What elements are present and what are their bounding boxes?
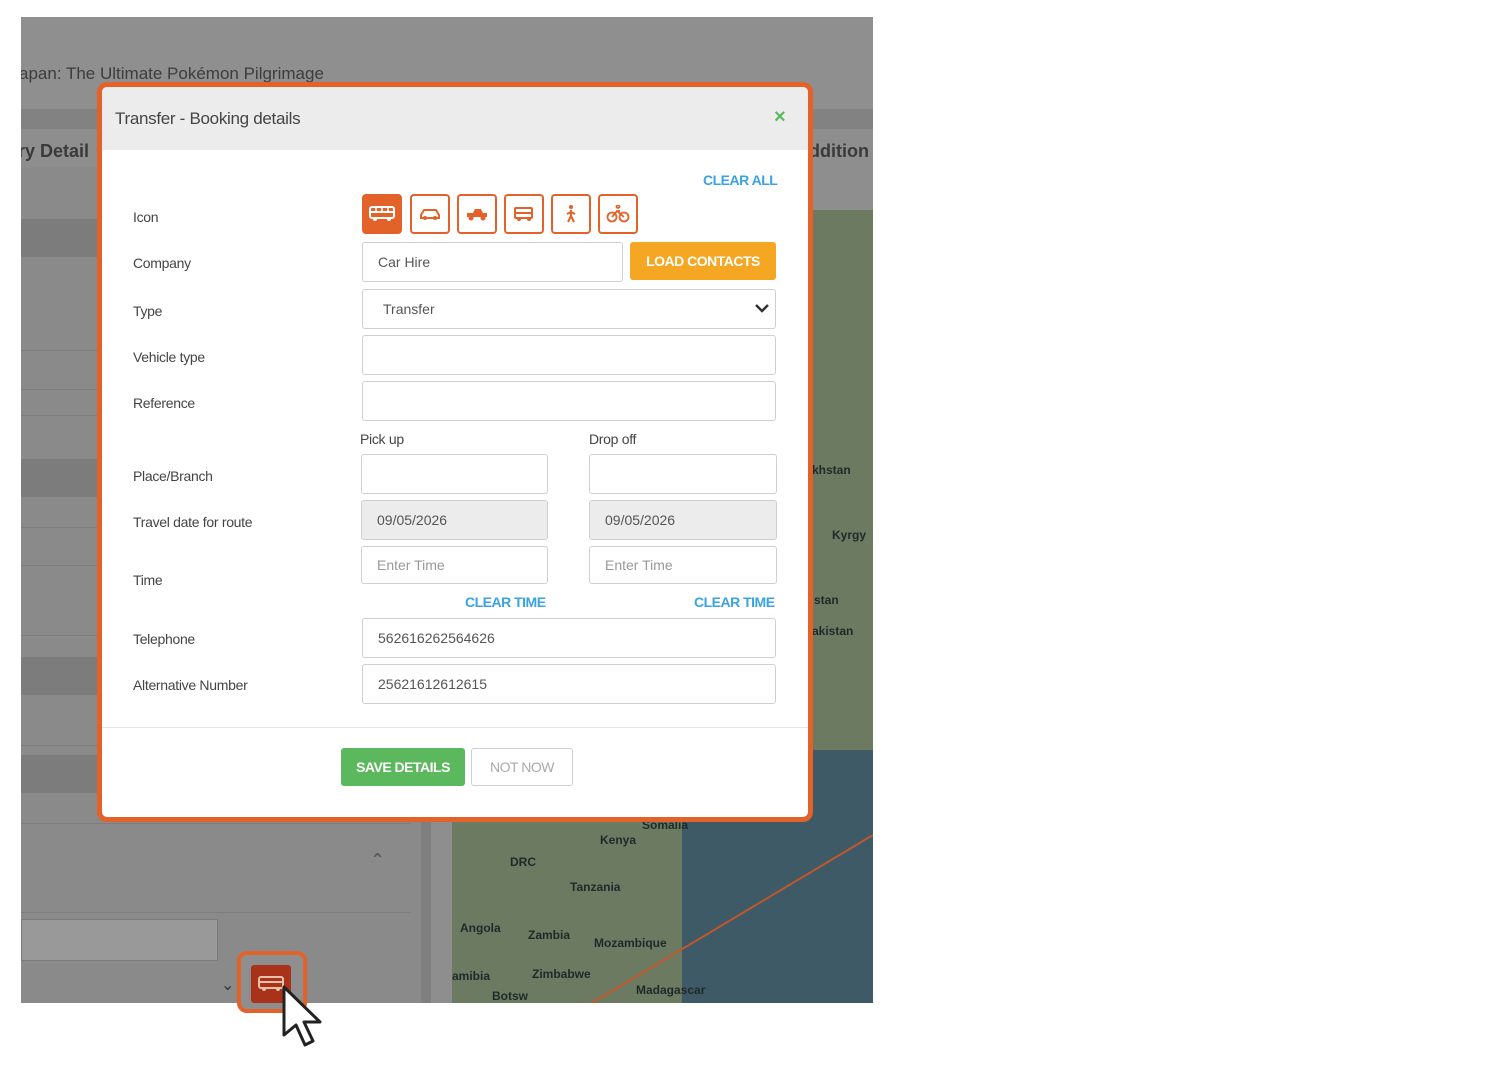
- load-contacts-button[interactable]: LOAD CONTACTS: [630, 242, 776, 280]
- close-icon[interactable]: ×: [774, 106, 786, 129]
- modal-title: Transfer - Booking details: [115, 109, 301, 128]
- mouse-pointer-icon: [282, 985, 322, 1047]
- car-icon[interactable]: [410, 194, 450, 234]
- right-section-heading: ddition: [809, 141, 869, 161]
- alt-number-input[interactable]: [362, 664, 776, 704]
- pickup-time-input[interactable]: [361, 546, 548, 584]
- not-now-button[interactable]: NOT NOW: [471, 748, 573, 786]
- panel-row: [21, 657, 101, 695]
- dropoff-date-input[interactable]: [589, 500, 777, 540]
- map-label: Mozambique: [594, 936, 667, 950]
- type-select-value: Transfer: [362, 289, 776, 329]
- map-label: Madagascar: [636, 983, 706, 997]
- map-label: DRC: [510, 855, 536, 869]
- company-label: Company: [133, 255, 191, 271]
- pick-up-heading: Pick up: [360, 431, 404, 447]
- map-label: Tanzania: [570, 880, 621, 894]
- type-select[interactable]: Transfer: [362, 289, 776, 329]
- left-section-heading: ry Detail: [21, 141, 90, 161]
- jeep-icon[interactable]: [457, 194, 497, 234]
- chevron-down-icon: [755, 304, 769, 313]
- chevron-up-icon[interactable]: ⌃: [370, 850, 385, 871]
- travel-date-label: Travel date for route: [133, 514, 253, 530]
- map-label: akistan: [812, 624, 854, 638]
- place-branch-label: Place/Branch: [133, 468, 213, 484]
- pickup-place-input[interactable]: [361, 454, 548, 494]
- save-details-button[interactable]: SAVE DETAILS: [341, 748, 465, 786]
- trip-title: apan: The Ultimate Pokémon Pilgrimage: [21, 64, 324, 83]
- panel-row: [21, 755, 101, 793]
- modal-header: Transfer - Booking details ×: [102, 87, 808, 150]
- clear-time-pickup-link[interactable]: CLEAR TIME: [465, 594, 546, 610]
- panel-row: [21, 219, 101, 257]
- dropoff-time-input[interactable]: [589, 546, 777, 584]
- bus-icon[interactable]: [362, 194, 402, 234]
- van-icon[interactable]: [504, 194, 544, 234]
- footer-divider: [102, 727, 808, 728]
- telephone-input[interactable]: [362, 618, 776, 658]
- time-label: Time: [133, 572, 163, 588]
- map-label: khstan: [812, 463, 851, 477]
- panel-row: [21, 459, 101, 497]
- telephone-label: Telephone: [133, 631, 195, 647]
- map-label: Kyrgy: [832, 528, 867, 542]
- icon-label: Icon: [133, 209, 159, 225]
- transfer-booking-modal: Transfer - Booking details × CLEAR ALL I…: [97, 82, 813, 822]
- reference-label: Reference: [133, 395, 195, 411]
- panel-input[interactable]: [21, 919, 218, 961]
- chevron-down-icon[interactable]: ⌄: [221, 975, 234, 995]
- pickup-date-input[interactable]: [361, 500, 548, 540]
- clear-time-dropoff-link[interactable]: CLEAR TIME: [694, 594, 775, 610]
- reference-input[interactable]: [362, 381, 776, 421]
- alt-number-label: Alternative Number: [133, 677, 248, 693]
- map-label: Zambia: [528, 928, 571, 942]
- map-label: Zimbabwe: [532, 967, 591, 981]
- dropoff-place-input[interactable]: [589, 454, 777, 494]
- map-label: Botsw: [492, 989, 528, 1003]
- drop-off-heading: Drop off: [589, 431, 637, 447]
- map-label: Angola: [460, 921, 501, 935]
- clear-all-link[interactable]: CLEAR ALL: [703, 172, 778, 188]
- vehicle-type-input[interactable]: [362, 335, 776, 375]
- divider: [21, 823, 411, 824]
- walk-icon[interactable]: [551, 194, 591, 234]
- divider: [21, 912, 411, 913]
- map-label: Kenya: [600, 833, 637, 847]
- company-input[interactable]: [362, 242, 623, 282]
- map-label: amibia: [452, 969, 491, 983]
- map-label: stan: [814, 593, 839, 607]
- type-label: Type: [133, 303, 163, 319]
- vehicle-type-label: Vehicle type: [133, 349, 205, 365]
- bicycle-icon[interactable]: [598, 194, 638, 234]
